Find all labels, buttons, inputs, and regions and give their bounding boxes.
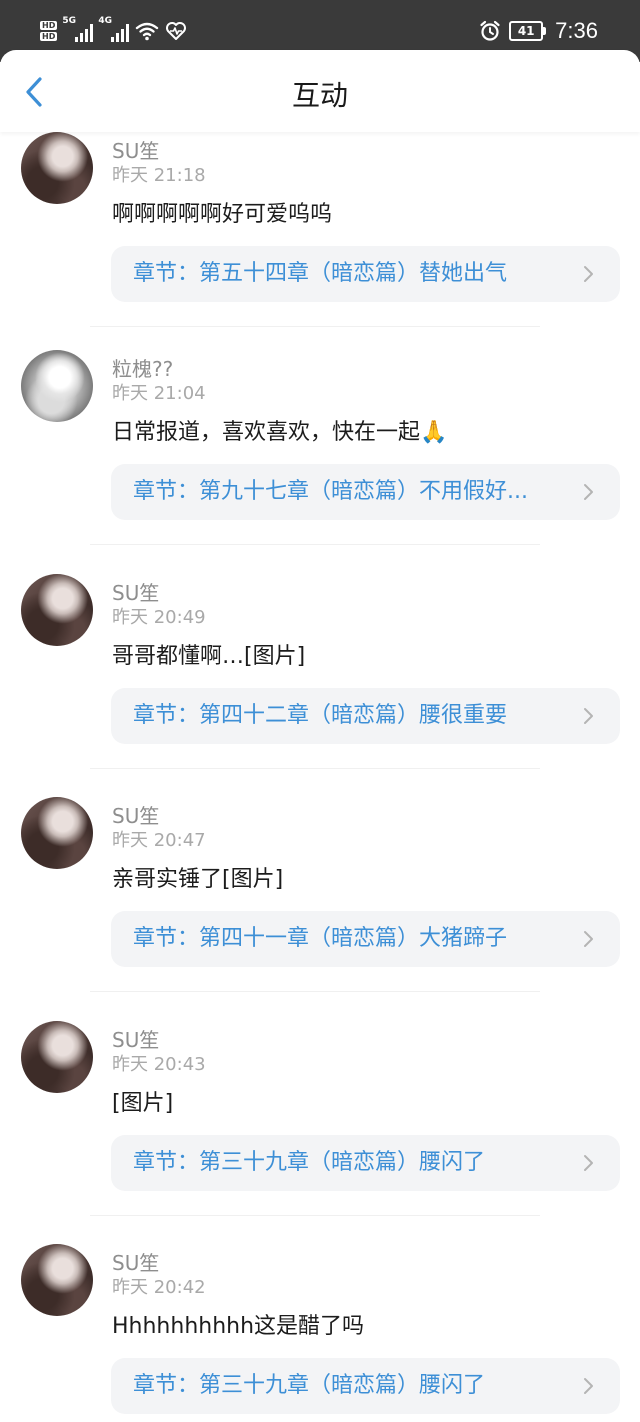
chevron-right-icon [584,266,593,282]
chapter-link[interactable]: 章节：第三十九章（暗恋篇）腰闪了 [111,1135,620,1191]
list-item: SU笙 昨天 20:42 Hhhhhhhhhh这是醋了吗 章节：第三十九章（暗恋… [0,1244,640,1422]
chapter-link[interactable]: 章节：第五十四章（暗恋篇）替她出气 [111,246,620,302]
timestamp: 昨天 21:18 [112,165,206,186]
list-item: SU笙 昨天 20:47 亲哥实锤了[图片] 章节：第四十一章（暗恋篇）大猪蹄子 [0,797,640,1021]
divider [90,1215,540,1216]
username[interactable]: 粒槐?? [112,356,173,382]
chapter-label: 章节：第四十二章（暗恋篇）腰很重要 [133,703,508,728]
chapter-link[interactable]: 章节：第九十七章（暗恋篇）不用假好... [111,464,620,520]
hd-badges: HD HD [40,21,58,41]
chapter-link[interactable]: 章节：第三十九章（暗恋篇）腰闪了 [111,1358,620,1414]
divider [90,991,540,992]
chevron-right-icon [584,1155,593,1171]
avatar[interactable] [21,797,93,869]
signal-4g-icon: 4G [98,16,130,42]
chevron-right-icon [584,484,593,500]
comment-text[interactable]: Hhhhhhhhhh这是醋了吗 [112,1312,364,1342]
battery-level: 41 [517,24,535,38]
avatar[interactable] [21,1021,93,1093]
chevron-right-icon [584,931,593,947]
timestamp: 昨天 20:49 [112,607,206,628]
comment-text[interactable]: 哥哥都懂啊…[图片] [112,642,305,672]
username[interactable]: SU笙 [112,580,159,606]
avatar[interactable] [21,1244,93,1316]
page-title: 互动 [291,79,348,112]
comment-text[interactable]: 啊啊啊啊啊好可爱呜呜 [112,200,332,230]
status-left: HD HD 5G 4G [40,16,187,46]
wifi-icon [136,22,159,41]
top-nav-bar: 互动 [0,50,640,132]
clock-time: 7:36 [555,18,598,43]
divider [90,768,540,769]
chevron-right-icon [584,708,593,724]
chapter-label: 章节：第五十四章（暗恋篇）替她出气 [133,261,508,286]
divider [90,544,540,545]
hd-badge-2: HD [40,32,58,41]
username[interactable]: SU笙 [112,1250,159,1276]
avatar[interactable] [21,132,93,204]
interaction-feed[interactable]: SU笙 昨天 21:18 啊啊啊啊啊好可爱呜呜 章节：第五十四章（暗恋篇）替她出… [0,132,640,1422]
timestamp: 昨天 20:47 [112,830,206,851]
chapter-link[interactable]: 章节：第四十二章（暗恋篇）腰很重要 [111,688,620,744]
divider [90,326,540,327]
list-item: SU笙 昨天 20:43 [图片] 章节：第三十九章（暗恋篇）腰闪了 [0,1021,640,1245]
avatar[interactable] [21,350,93,422]
network-4g-label: 4G [98,16,112,26]
comment-text[interactable]: 日常报道，喜欢喜欢，快在一起🙏 [112,418,447,448]
comment-text[interactable]: 亲哥实锤了[图片] [112,865,283,895]
heart-pulse-icon [166,22,187,40]
hd-badge-1: HD [40,21,58,30]
list-item: SU笙 昨天 21:18 啊啊啊啊啊好可爱呜呜 章节：第五十四章（暗恋篇）替她出… [0,132,640,356]
network-5g-label: 5G [62,16,76,26]
comment-text[interactable]: [图片] [112,1089,173,1119]
username[interactable]: SU笙 [112,138,159,164]
chapter-label: 章节：第三十九章（暗恋篇）腰闪了 [133,1150,486,1175]
chapter-label: 章节：第九十七章（暗恋篇）不用假好... [133,479,528,504]
username[interactable]: SU笙 [112,1027,159,1053]
timestamp: 昨天 20:43 [112,1054,206,1075]
list-item: SU笙 昨天 20:49 哥哥都懂啊…[图片] 章节：第四十二章（暗恋篇）腰很重… [0,574,640,798]
timestamp: 昨天 20:42 [112,1277,206,1298]
battery-icon: 41 [509,21,547,41]
chapter-label: 章节：第三十九章（暗恋篇）腰闪了 [133,1373,486,1398]
signal-5g-icon: 5G [62,16,94,42]
alarm-clock-icon [480,20,500,41]
chapter-label: 章节：第四十一章（暗恋篇）大猪蹄子 [133,926,508,951]
timestamp: 昨天 21:04 [112,383,206,404]
list-item: 粒槐?? 昨天 21:04 日常报道，喜欢喜欢，快在一起🙏 章节：第九十七章（暗… [0,350,640,574]
username[interactable]: SU笙 [112,803,159,829]
chevron-right-icon [584,1378,593,1394]
chapter-link[interactable]: 章节：第四十一章（暗恋篇）大猪蹄子 [111,911,620,967]
avatar[interactable] [21,574,93,646]
status-right: 41 7:36 [479,14,598,48]
